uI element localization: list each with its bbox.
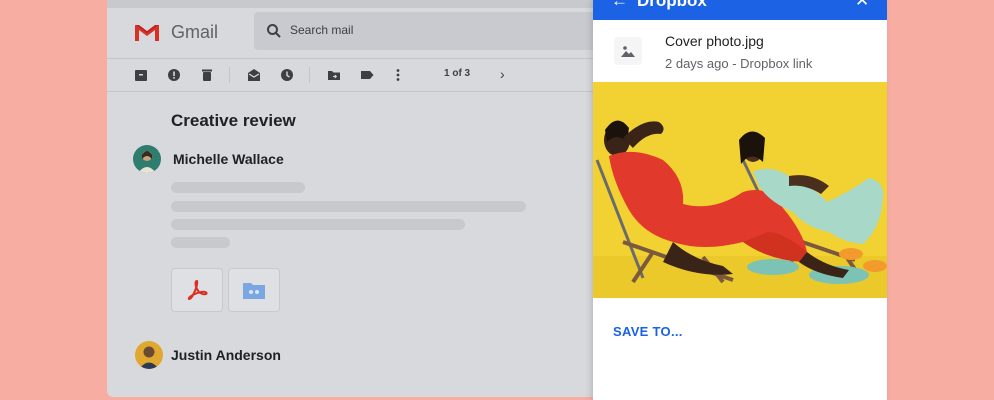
avatar[interactable] <box>133 145 161 173</box>
avatar[interactable] <box>135 341 163 369</box>
toolbar-divider <box>107 91 627 92</box>
toolbar-separator <box>229 67 230 83</box>
file-meta: 2 days ago - Dropbox link <box>665 56 813 71</box>
avatar-photo <box>139 346 159 369</box>
archive-icon[interactable] <box>133 67 149 83</box>
sender-name[interactable]: Michelle Wallace <box>173 151 284 167</box>
text-placeholder-line <box>171 219 465 230</box>
snooze-icon[interactable] <box>279 67 295 83</box>
shared-folder-icon <box>243 283 265 299</box>
gmail-logo-icon[interactable] <box>133 22 161 42</box>
image-icon <box>621 46 635 57</box>
chevron-right-icon[interactable]: › <box>500 66 505 82</box>
dropbox-sidebar: ← Dropbox ✕ Cover photo.jpg 2 days ago -… <box>593 0 887 400</box>
close-icon[interactable]: ✕ <box>855 0 869 11</box>
avatar-photo <box>138 151 156 173</box>
text-placeholder-line <box>171 201 526 212</box>
pdf-icon <box>187 279 208 300</box>
save-to-button[interactable]: SAVE TO... <box>613 324 683 339</box>
gmail-header: Gmail Search mail <box>107 8 627 58</box>
window-top-strip <box>107 0 627 8</box>
label-icon[interactable] <box>359 67 375 83</box>
mark-unread-icon[interactable] <box>246 67 262 83</box>
email-subject: Creative review <box>171 111 296 130</box>
attachment-folder[interactable] <box>228 268 280 312</box>
search-icon[interactable] <box>266 23 282 39</box>
page-count: 1 of 3 <box>444 68 471 79</box>
report-spam-icon[interactable] <box>166 67 182 83</box>
text-placeholder-line <box>171 182 305 193</box>
dropbox-title: Dropbox <box>637 0 707 10</box>
sender-name[interactable]: Justin Anderson <box>171 347 281 363</box>
move-to-icon[interactable] <box>326 67 342 83</box>
toolbar-separator <box>309 67 310 83</box>
image-preview <box>593 82 887 298</box>
arrow-back-icon[interactable]: ← <box>611 0 628 11</box>
gmail-window: Gmail Search mail 1 of 3 › Creative revi… <box>107 0 627 397</box>
message-toolbar: 1 of 3 › <box>107 59 627 91</box>
text-placeholder-line <box>171 237 230 248</box>
attachment-pdf[interactable] <box>171 268 223 312</box>
search-bar[interactable]: Search mail <box>254 12 627 50</box>
dropbox-header: ← Dropbox ✕ <box>593 0 887 20</box>
more-vert-icon[interactable] <box>390 67 406 83</box>
image-file-thumbnail <box>614 37 642 65</box>
delete-icon[interactable] <box>199 67 215 83</box>
file-name: Cover photo.jpg <box>665 33 764 49</box>
search-input[interactable]: Search mail <box>290 23 353 37</box>
gmail-logo-text: Gmail <box>171 22 219 42</box>
